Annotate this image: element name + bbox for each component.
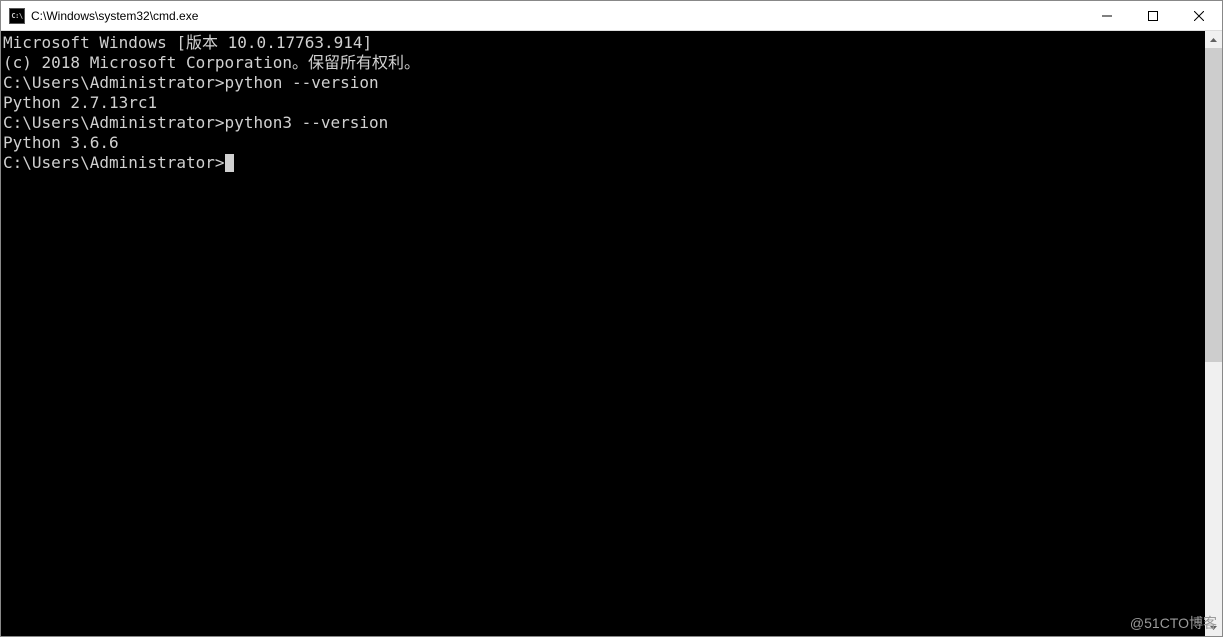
terminal-line: Python 3.6.6 — [3, 133, 1205, 153]
cmd-icon: C:\ — [9, 8, 25, 24]
maximize-icon — [1148, 11, 1158, 21]
minimize-button[interactable] — [1084, 1, 1130, 30]
maximize-button[interactable] — [1130, 1, 1176, 30]
terminal-line: Python 2.7.13rc1 — [3, 93, 1205, 113]
vertical-scrollbar[interactable] — [1205, 31, 1222, 636]
terminal-line: C:\Users\Administrator>python --version — [3, 73, 1205, 93]
chevron-up-icon — [1210, 38, 1217, 42]
terminal-line: C:\Users\Administrator>python3 --version — [3, 113, 1205, 133]
scroll-track[interactable] — [1205, 48, 1222, 619]
terminal-cursor — [225, 154, 234, 172]
titlebar[interactable]: C:\ C:\Windows\system32\cmd.exe — [1, 1, 1222, 31]
terminal-line: Microsoft Windows [版本 10.0.17763.914] — [3, 33, 1205, 53]
terminal-line: (c) 2018 Microsoft Corporation。保留所有权利。 — [3, 53, 1205, 73]
terminal-client-area: Microsoft Windows [版本 10.0.17763.914](c)… — [1, 31, 1222, 636]
close-icon — [1194, 11, 1204, 21]
cmd-window: C:\ C:\Windows\system32\cmd.exe — [0, 0, 1223, 637]
window-controls — [1084, 1, 1222, 30]
terminal-output[interactable]: Microsoft Windows [版本 10.0.17763.914](c)… — [1, 31, 1205, 636]
terminal-line: C:\Users\Administrator> — [3, 153, 1205, 173]
minimize-icon — [1102, 11, 1112, 21]
chevron-down-icon — [1210, 626, 1217, 630]
scroll-down-button[interactable] — [1205, 619, 1222, 636]
scroll-up-button[interactable] — [1205, 31, 1222, 48]
scroll-thumb[interactable] — [1205, 48, 1222, 362]
window-title: C:\Windows\system32\cmd.exe — [31, 9, 198, 23]
close-button[interactable] — [1176, 1, 1222, 30]
